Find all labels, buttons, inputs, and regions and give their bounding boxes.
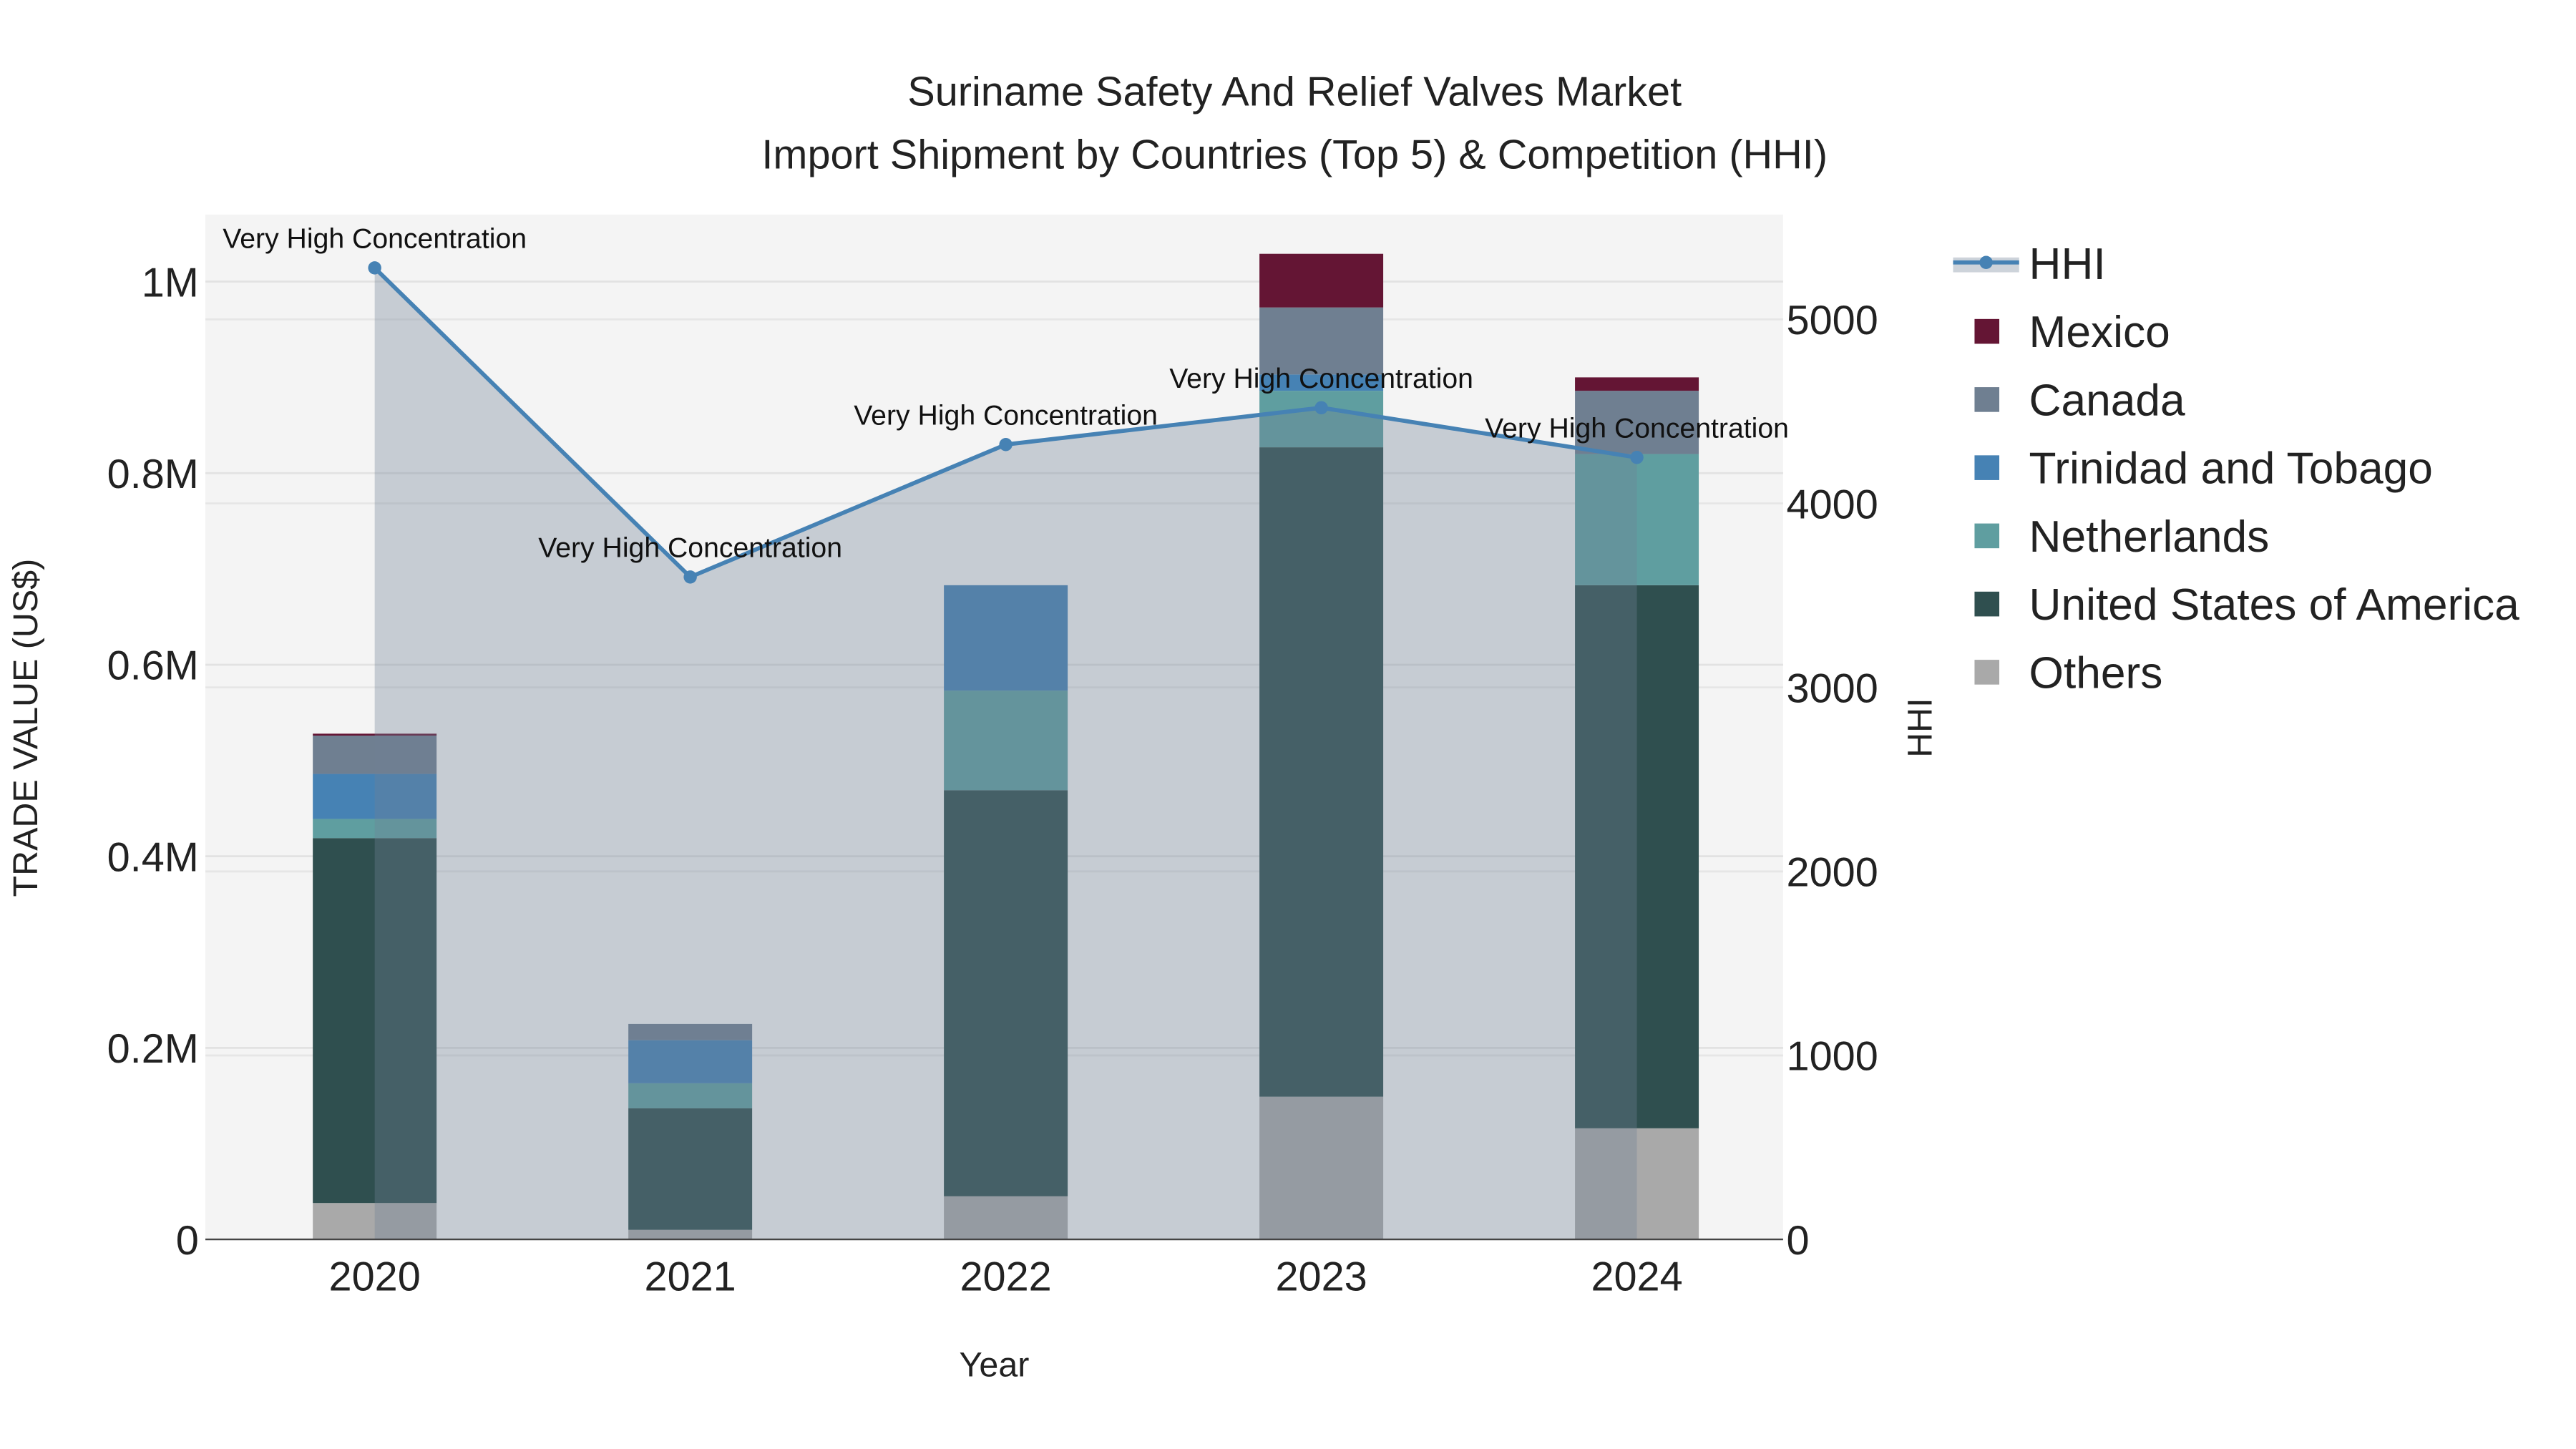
y-axis-ticks: 0 0.2M 0.4M 0.6M 0.8M 1M (107, 260, 199, 1264)
chart-subtitle: Import Shipment by Countries (Top 5) & C… (761, 132, 1828, 177)
legend-label: United States of America (2029, 580, 2520, 630)
x-tick-label: 2023 (1275, 1254, 1367, 1300)
legend-swatch (1974, 318, 2000, 344)
x-tick-label: 2021 (645, 1254, 736, 1300)
legend-label: Netherlands (2029, 512, 2270, 562)
hhi-point (999, 438, 1013, 452)
legend-label: Canada (2029, 376, 2185, 425)
legend-swatch (1974, 387, 2000, 412)
y-tick-label: 0.8M (107, 452, 199, 497)
hhi-annotation: Very High Concentration (854, 401, 1158, 431)
y2-tick-label: 0 (1787, 1218, 1810, 1264)
legend-swatch (1974, 660, 2000, 685)
x-axis-label: Year (960, 1346, 1030, 1385)
hhi-annotation: Very High Concentration (1485, 414, 1789, 444)
y-tick-label: 1M (142, 260, 199, 306)
y-tick-label: 0.6M (107, 643, 199, 689)
legend-label: HHI (2029, 240, 2106, 289)
hhi-point (368, 261, 381, 275)
y2-tick-label: 2000 (1787, 850, 1878, 896)
bar-segment-mexico (1259, 253, 1384, 308)
bar-segment-mexico (1575, 377, 1699, 391)
hhi-point (1630, 451, 1644, 464)
legend-swatch (1974, 523, 2000, 549)
chart: Suriname Safety And Relief Valves Market… (6, 69, 2519, 1385)
x-tick-label: 2020 (329, 1254, 421, 1300)
y-tick-label: 0.4M (107, 834, 199, 880)
hhi-annotation: Very High Concentration (1169, 364, 1473, 394)
y2-tick-label: 3000 (1787, 665, 1878, 711)
hhi-annotation: Very High Concentration (223, 224, 527, 255)
legend-label: Mexico (2029, 308, 2170, 357)
x-tick-label: 2022 (960, 1254, 1051, 1300)
y2-axis-ticks: 0 1000 2000 3000 4000 5000 (1787, 298, 1878, 1264)
legend-swatch (1974, 455, 2000, 480)
legend-label: Others (2029, 648, 2163, 698)
hhi-point (1314, 401, 1328, 415)
y-axis-label: TRADE VALUE (US$) (6, 559, 45, 897)
y-tick-label: 0.2M (107, 1026, 199, 1072)
x-axis-ticks: 2020 2021 2022 2023 2024 (329, 1254, 1683, 1300)
legend-swatch (1974, 591, 2000, 617)
x-tick-label: 2024 (1591, 1254, 1682, 1300)
y-tick-label: 0 (176, 1218, 199, 1264)
hhi-annotation: Very High Concentration (538, 533, 842, 564)
chart-title: Suriname Safety And Relief Valves Market (907, 69, 1682, 115)
legend-label: Trinidad and Tobago (2029, 444, 2433, 494)
y2-tick-label: 4000 (1787, 482, 1878, 527)
y2-tick-label: 5000 (1787, 298, 1878, 343)
legend-swatch-hhi-point (1979, 255, 1993, 269)
y2-axis-label: HHI (1901, 698, 1939, 757)
hhi-point (683, 570, 697, 584)
y2-tick-label: 1000 (1787, 1034, 1878, 1080)
legend: HHI Mexico Canada Trinidad and Tobago Nether… (1953, 240, 2519, 698)
